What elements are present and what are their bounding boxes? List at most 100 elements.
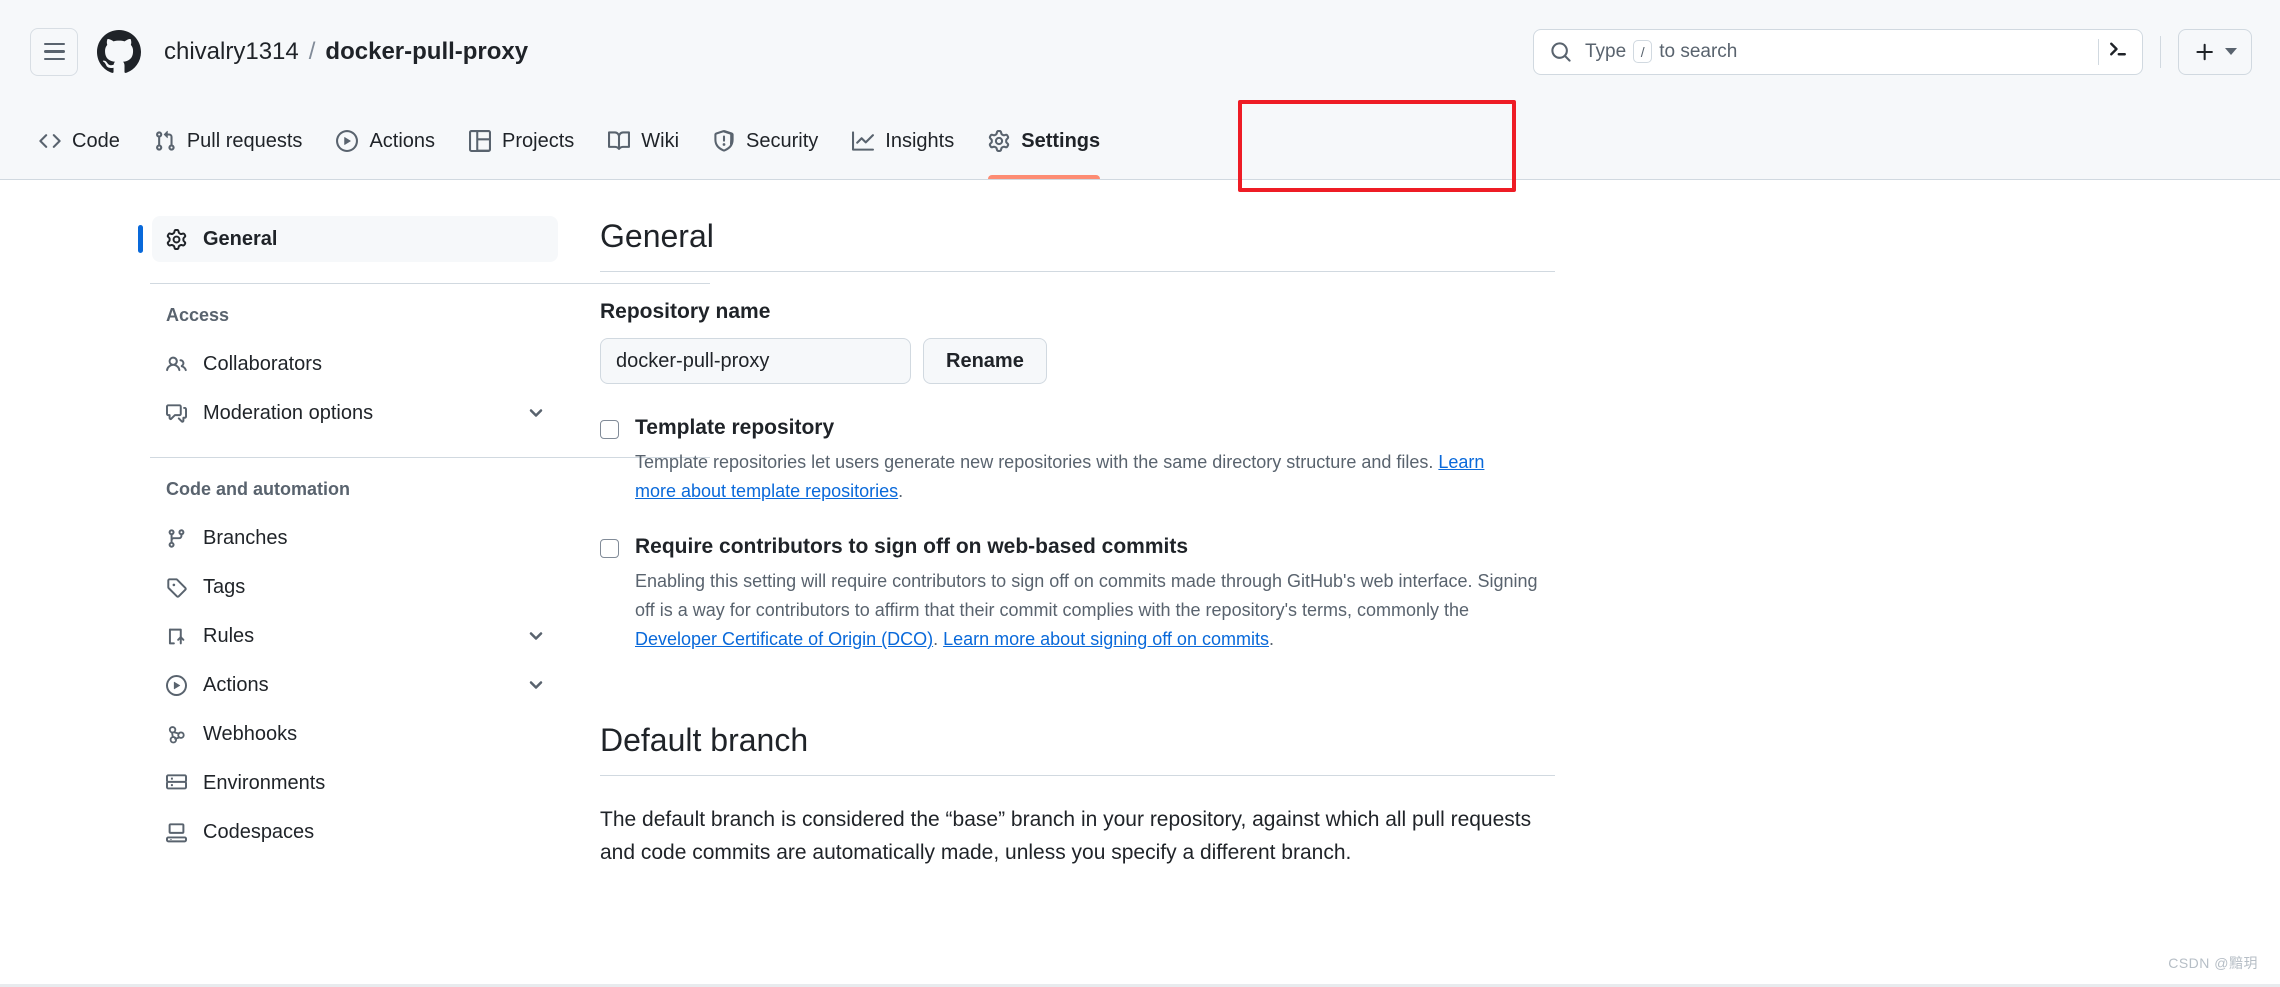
chevron-down-icon[interactable]	[526, 403, 546, 423]
comment-discussion-icon	[166, 403, 188, 424]
signoff-description-end: .	[1268, 629, 1274, 650]
chevron-down-icon[interactable]	[526, 626, 546, 646]
section-divider	[600, 775, 1555, 777]
table-icon	[469, 130, 492, 152]
tab-wiki[interactable]: Wiki	[591, 103, 696, 179]
sidebar-group-code-automation-list: Branches Tags Rules Actions Webhooks Env…	[152, 515, 558, 855]
sidebar-group-access-title: Access	[166, 305, 230, 325]
header-right-cluster: Type / to search	[1533, 28, 2252, 75]
sidebar-group-access-list: Collaborators Moderation options	[152, 341, 558, 436]
tab-pull-requests-label: Pull requests	[186, 129, 303, 152]
breadcrumb-repo[interactable]: docker-pull-proxy	[325, 38, 528, 66]
template-repository-title: Template repository	[635, 416, 835, 439]
page-body: General Access Collaborators Moderation …	[0, 180, 2280, 986]
template-repository-description-end: .	[898, 481, 904, 502]
sidebar-item-webhooks[interactable]: Webhooks	[152, 711, 558, 757]
tab-wiki-label: Wiki	[641, 129, 680, 152]
section-divider	[600, 271, 1555, 272]
page-title: General	[600, 218, 714, 254]
signoff-title: Require contributors to sign off on web-…	[635, 534, 1189, 558]
graph-icon	[852, 130, 875, 152]
server-icon	[166, 773, 188, 794]
tab-projects-label: Projects	[502, 129, 575, 152]
tab-code-label: Code	[72, 129, 120, 152]
hamburger-icon-bar	[43, 42, 65, 46]
play-circle-icon	[336, 130, 359, 152]
template-repository-body: Template repository Template repositorie…	[635, 414, 1560, 507]
tab-insights-label: Insights	[885, 129, 955, 152]
create-new-button[interactable]	[2178, 28, 2252, 75]
sidebar-item-actions[interactable]: Actions	[152, 662, 558, 708]
people-icon	[166, 354, 188, 375]
signoff-description-mid: .	[933, 629, 944, 650]
chevron-down-icon[interactable]	[526, 675, 546, 695]
code-icon	[39, 130, 61, 152]
chevron-down-icon	[2224, 48, 2237, 55]
breadcrumb-separator: /	[308, 37, 316, 65]
signoff-learn-more-link[interactable]: Learn more about signing off on commits	[943, 629, 1269, 649]
signoff-description: Enabling this setting will require contr…	[635, 567, 1547, 654]
git-pull-request-icon	[154, 130, 176, 152]
search-input[interactable]: Type / to search	[1533, 28, 2143, 75]
rules-icon	[166, 626, 188, 647]
tab-actions[interactable]: Actions	[319, 103, 452, 179]
sidebar-item-collaborators-label: Collaborators	[203, 352, 322, 375]
sidebar-item-rules[interactable]: Rules	[152, 613, 558, 659]
rename-button[interactable]: Rename	[923, 338, 1047, 384]
sidebar-item-branches[interactable]: Branches	[152, 515, 558, 561]
sidebar-item-webhooks-label: Webhooks	[203, 722, 298, 745]
tab-settings[interactable]: Settings	[971, 103, 1117, 179]
search-icon	[1550, 41, 1572, 63]
template-repository-checkbox[interactable]	[600, 420, 619, 439]
tab-insights[interactable]: Insights	[835, 103, 971, 179]
plus-icon	[2195, 43, 2213, 60]
template-repository-description: Template repositories let users generate…	[635, 448, 1505, 506]
github-logo-icon[interactable]	[97, 29, 141, 74]
dco-link[interactable]: Developer Certificate of Origin (DCO)	[635, 629, 933, 649]
sidebar-item-actions-label: Actions	[203, 673, 269, 696]
tab-code[interactable]: Code	[22, 103, 137, 179]
signoff-description-text: Enabling this setting will require contr…	[635, 570, 1538, 621]
template-repository-setting: Template repository Template repositorie…	[600, 414, 1560, 507]
sidebar-item-environments-label: Environments	[203, 771, 326, 794]
sidebar-item-tags[interactable]: Tags	[152, 564, 558, 610]
breadcrumb-owner[interactable]: chivalry1314	[164, 38, 299, 66]
search-placeholder: Type / to search	[1585, 40, 1737, 63]
sidebar-item-codespaces[interactable]: Codespaces	[152, 809, 558, 855]
repository-name-label: Repository name	[600, 300, 771, 323]
sidebar-item-codespaces-label: Codespaces	[203, 820, 315, 843]
repository-name-input[interactable]	[600, 338, 911, 384]
sidebar-item-environments[interactable]: Environments	[152, 760, 558, 806]
breadcrumb: chivalry1314 / docker-pull-proxy	[164, 38, 528, 66]
search-suffix-text: to search	[1659, 40, 1738, 62]
search-prefix-text: Type	[1585, 40, 1627, 62]
repo-navigation: Code Pull requests Actions Projects Wiki…	[0, 103, 2280, 180]
search-slash-key: /	[1633, 40, 1653, 63]
tab-security[interactable]: Security	[696, 103, 835, 179]
sidebar-item-general-label: General	[203, 227, 278, 250]
header-vertical-divider	[2160, 35, 2161, 68]
search-divider	[2098, 38, 2099, 65]
sidebar-group-code-automation-title: Code and automation	[166, 479, 350, 499]
play-circle-icon	[166, 674, 188, 696]
app-header: chivalry1314 / docker-pull-proxy Type / …	[0, 0, 2280, 103]
sidebar-item-collaborators[interactable]: Collaborators	[152, 341, 558, 387]
sidebar-item-moderation-options[interactable]: Moderation options	[152, 390, 558, 436]
signoff-body: Require contributors to sign off on web-…	[635, 533, 1560, 655]
terminal-icon[interactable]	[2106, 37, 2130, 66]
hamburger-menu-button[interactable]	[30, 27, 78, 76]
sidebar-item-general[interactable]: General	[152, 216, 558, 262]
hamburger-icon-bar	[43, 57, 65, 61]
repository-name-row: Rename	[600, 338, 1560, 384]
gear-icon	[166, 228, 188, 250]
signoff-checkbox[interactable]	[600, 538, 619, 558]
template-repository-description-text: Template repositories let users generate…	[635, 452, 1439, 473]
signoff-setting: Require contributors to sign off on web-…	[600, 533, 1560, 655]
tab-pull-requests[interactable]: Pull requests	[137, 103, 320, 179]
tab-projects[interactable]: Projects	[452, 103, 591, 179]
watermark: CSDN @黯玥	[2168, 955, 2258, 971]
settings-main-content: General Repository name Rename Template …	[600, 216, 1810, 986]
search-trailing-cluster	[2098, 37, 2134, 66]
gear-icon	[988, 130, 1010, 152]
